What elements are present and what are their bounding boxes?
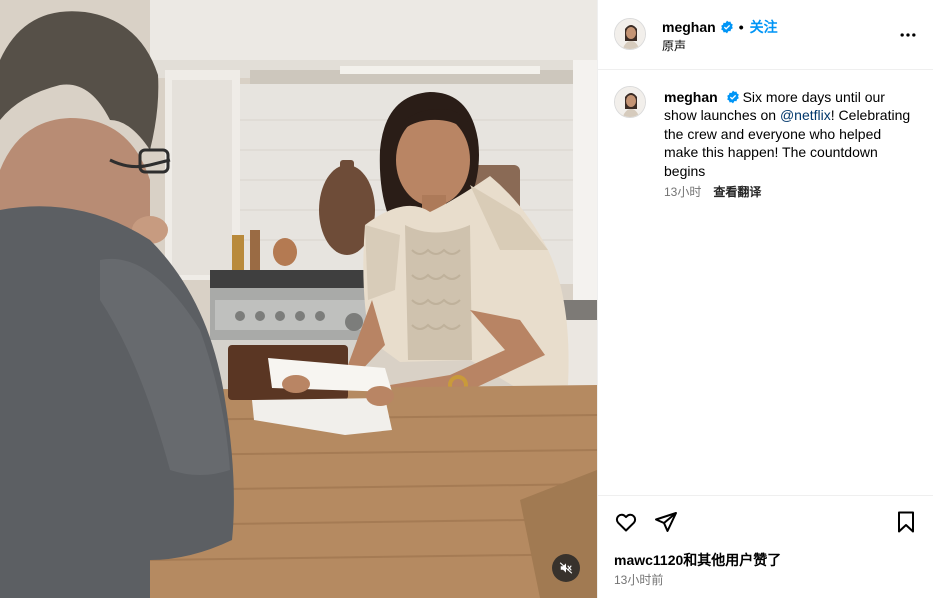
translate-button[interactable]: 查看翻译 [713,183,761,200]
caption-mention-link[interactable]: @netflix [780,107,831,123]
paper-plane-icon[interactable] [654,510,678,534]
post-timestamp[interactable]: 13小时前 [614,571,663,588]
post-media[interactable] [0,0,597,598]
bookmark-icon[interactable] [894,510,918,534]
audio-label[interactable]: 原声 [662,37,686,54]
audio-muted-icon [559,562,573,574]
video-frame [0,0,597,598]
follow-button[interactable]: 关注 [750,17,778,37]
author-avatar[interactable] [614,18,646,50]
caption-avatar[interactable] [614,86,646,118]
more-horizontal-icon[interactable] [898,25,918,45]
caption-username[interactable]: meghan [664,89,718,105]
separator-dot: • [738,19,744,35]
post-actions: mawc1120和其他用户赞了 13小时前 [598,495,933,598]
verified-badge-icon [720,20,733,34]
avatar-image [615,19,645,49]
mute-button[interactable] [552,554,580,582]
likes-summary[interactable]: mawc1120和其他用户赞了 [614,550,781,570]
caption-timestamp[interactable]: 13小时 [664,183,701,200]
post-side-panel: meghan • 关注 原声 meghan Six more days unti… [597,0,933,598]
caption-text: meghan Six more days until our show laun… [664,88,914,180]
verified-badge-icon [726,90,739,104]
caption-meta: 13小时 查看翻译 [664,183,761,200]
avatar-image [615,87,645,117]
author-username[interactable]: meghan [662,19,716,35]
heart-icon[interactable] [614,510,638,534]
post-header: meghan • 关注 原声 [598,0,933,70]
